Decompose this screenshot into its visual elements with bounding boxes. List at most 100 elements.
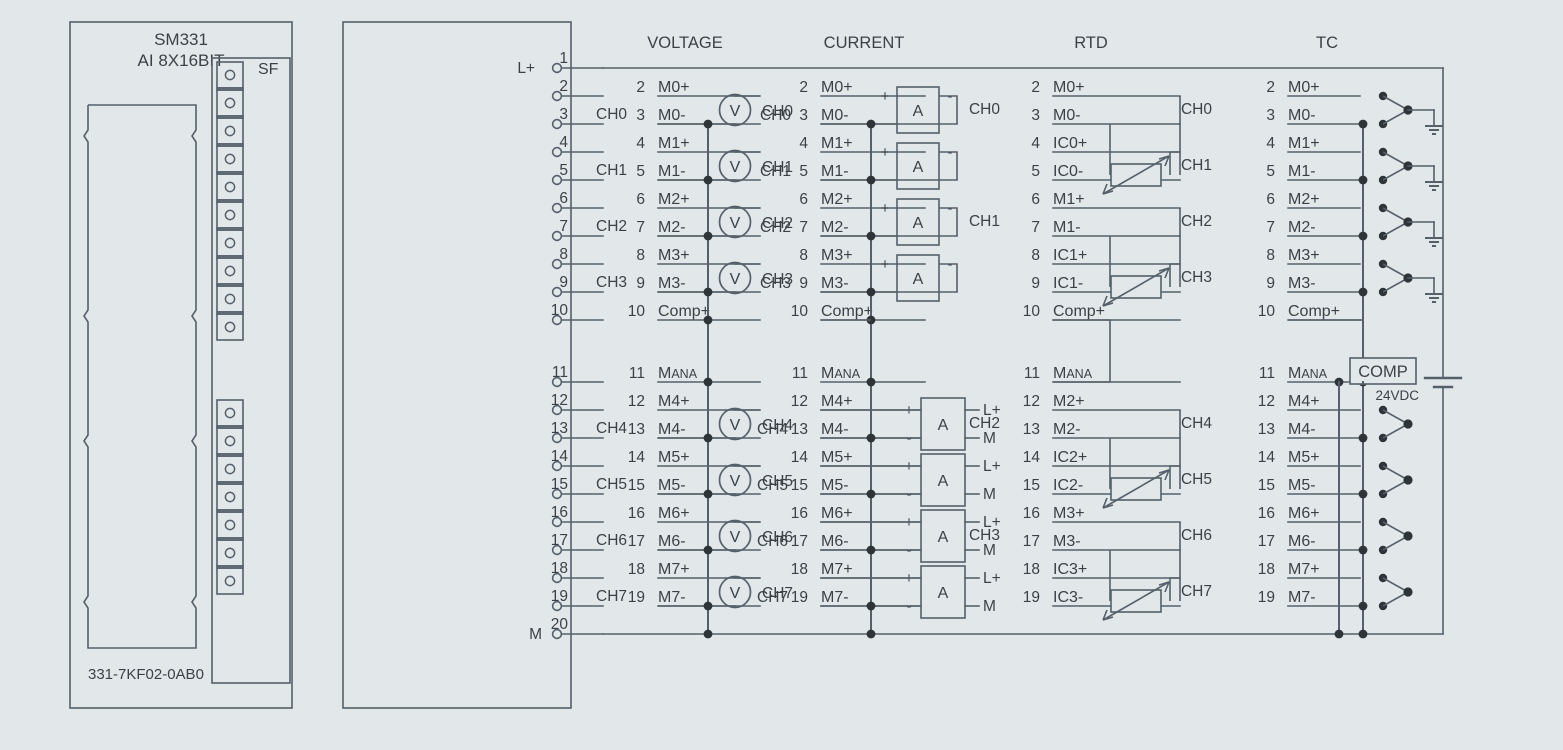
tc-bus-node-15 [1358, 489, 1368, 499]
voltage-bus-node-20 [703, 629, 713, 639]
terminal-number-14: 14 [551, 448, 569, 465]
rtd-signal-label-IC3+: IC3+ [1053, 561, 1087, 578]
terminal-screw-hole[interactable] [224, 237, 236, 249]
current-channel-label-CH7: CH7 [757, 589, 788, 606]
current-polarity-plus-2: + [881, 200, 890, 217]
rtd-signal-label-M2+: M2+ [1053, 393, 1085, 410]
voltage-signal-label-M5+: M5+ [658, 449, 690, 466]
rail-channel-label-CH4: CH4 [596, 420, 627, 437]
current-signal-label-M1+: M1+ [821, 135, 853, 152]
voltage-row-number-13: 13 [628, 421, 645, 438]
voltage-bus-node-15 [703, 489, 713, 499]
current-row-number-9: 9 [799, 275, 808, 292]
terminal-screw-hole[interactable] [224, 265, 236, 277]
tc-supply-label: 24VDC [1375, 388, 1419, 403]
tc-bus-node-19 [1358, 601, 1368, 611]
tc-row-number-2: 2 [1266, 79, 1275, 96]
rtd-channel-label-CH1: CH1 [969, 213, 1000, 230]
terminal-number-2: 2 [559, 78, 568, 95]
voltage-signal-label-M4-: M4- [658, 421, 686, 438]
rail-channel-label-CH0: CH0 [596, 106, 627, 123]
terminal-number-3: 3 [559, 106, 568, 123]
terminal-screw-slot [216, 257, 244, 285]
tc-row-number-8: 8 [1266, 247, 1275, 264]
module-faceplate [83, 104, 197, 649]
terminal-number-10: 10 [551, 302, 569, 319]
terminal-screw-slot [216, 455, 244, 483]
terminal-screw-hole[interactable] [224, 97, 236, 109]
terminal-screw-hole[interactable] [224, 153, 236, 165]
tc-signal-label-M2-: M2- [1288, 219, 1316, 236]
voltage-signal-label-M1-: M1- [658, 163, 686, 180]
current-transmitter-symbol-4: A [938, 417, 949, 434]
rtd-lead-icplus-2 [1169, 465, 1180, 489]
wiring-diagram-canvas: SM331 AI 8X16BIT SF 331-7KF02-0AB0 1 2 3 4 5 6 7 8 9… [0, 0, 1563, 750]
current-row-number-10: 10 [791, 303, 809, 320]
voltage-row-number-16: 16 [628, 505, 645, 522]
current-row-number-8: 8 [799, 247, 808, 264]
voltage-meter-symbol-3: V [730, 271, 741, 288]
terminal-screw-slot [216, 539, 244, 567]
tc-signal-label-M1-: M1- [1288, 163, 1316, 180]
current-channel-label-CH0: CH0 [760, 107, 791, 124]
column-header-CURRENT: CURRENT [824, 34, 905, 52]
terminal-screw-hole[interactable] [224, 463, 236, 475]
terminal-screw-slot [216, 511, 244, 539]
rtd-signal-label-IC0-: IC0- [1053, 163, 1083, 180]
terminal-number-18: 18 [551, 560, 568, 577]
voltage-row-number-10: 10 [628, 303, 646, 320]
voltage-bus-node-7 [703, 231, 713, 241]
voltage-meter-lead-minus-4 [658, 437, 736, 440]
current-mana-label: MANA [821, 365, 861, 382]
terminal-screw-hole[interactable] [224, 491, 236, 503]
current-bus-node-17 [866, 545, 876, 555]
rtd-signal-label-M0+: M0+ [1053, 79, 1085, 96]
terminal-number-7: 7 [559, 218, 568, 235]
terminal-screw-hole[interactable] [224, 69, 236, 81]
terminal-screw-hole[interactable] [224, 407, 236, 419]
current-signal-label-M6-: M6- [821, 533, 849, 550]
terminal-screw-hole[interactable] [224, 181, 236, 193]
rtd-row-number-2: 2 [1031, 79, 1040, 96]
current-bus-node-20 [866, 629, 876, 639]
rtd-row-number-8: 8 [1031, 247, 1040, 264]
terminal-screw-hole[interactable] [224, 293, 236, 305]
tc-comp-label: COMP [1358, 363, 1408, 381]
current-signal-label-Comp+: Comp+ [821, 303, 873, 320]
terminal-screw-slot [216, 229, 244, 257]
terminal-screw-hole[interactable] [224, 547, 236, 559]
current-signal-label-M3+: M3+ [821, 247, 853, 264]
voltage-meter-symbol-7: V [730, 585, 741, 602]
voltage-bus-node-3 [703, 119, 713, 129]
terminal-screw-hole[interactable] [224, 321, 236, 333]
terminal-number-5: 5 [559, 162, 568, 179]
tc-signal-label-M0+: M0+ [1288, 79, 1320, 96]
terminal-screw-hole[interactable] [224, 125, 236, 137]
terminal-screw-hole[interactable] [224, 575, 236, 587]
voltage-row-number-3: 3 [636, 107, 645, 124]
terminal-screw-hole[interactable] [224, 209, 236, 221]
tc-bus-node-13 [1358, 433, 1368, 443]
voltage-row-number-2: 2 [636, 79, 645, 96]
tc-row-number-18: 18 [1258, 561, 1275, 578]
tc-bus-node-9 [1358, 287, 1368, 297]
terminal-screw-hole[interactable] [224, 435, 236, 447]
voltage-bus-node-11 [703, 377, 713, 387]
current-tx-m-label-7: M [983, 598, 996, 615]
current-row-number-19: 19 [791, 589, 808, 606]
tc-signal-label-M7-: M7- [1288, 589, 1316, 606]
rtd-row-number-11: 11 [1024, 365, 1040, 382]
current-ammeter-symbol-0: A [913, 103, 924, 120]
terminal-number-20: 20 [551, 616, 569, 633]
current-tx-lplus-label-7: L+ [983, 570, 1001, 587]
current-ammeter-symbol-1: A [913, 159, 924, 176]
tc-signal-label-M4-: M4- [1288, 421, 1316, 438]
rail-channel-label-CH2: CH2 [596, 218, 627, 235]
tc-channel-label-CH7: CH7 [1181, 583, 1212, 600]
voltage-meter-lead-minus-1 [658, 179, 736, 182]
terminal-screw-hole[interactable] [224, 519, 236, 531]
current-bus-node-9 [866, 287, 876, 297]
rtd-signal-label-Comp+: Comp+ [1053, 303, 1105, 320]
rtd-row-number-12: 12 [1023, 393, 1040, 410]
current-row-number-11: 11 [792, 365, 808, 382]
